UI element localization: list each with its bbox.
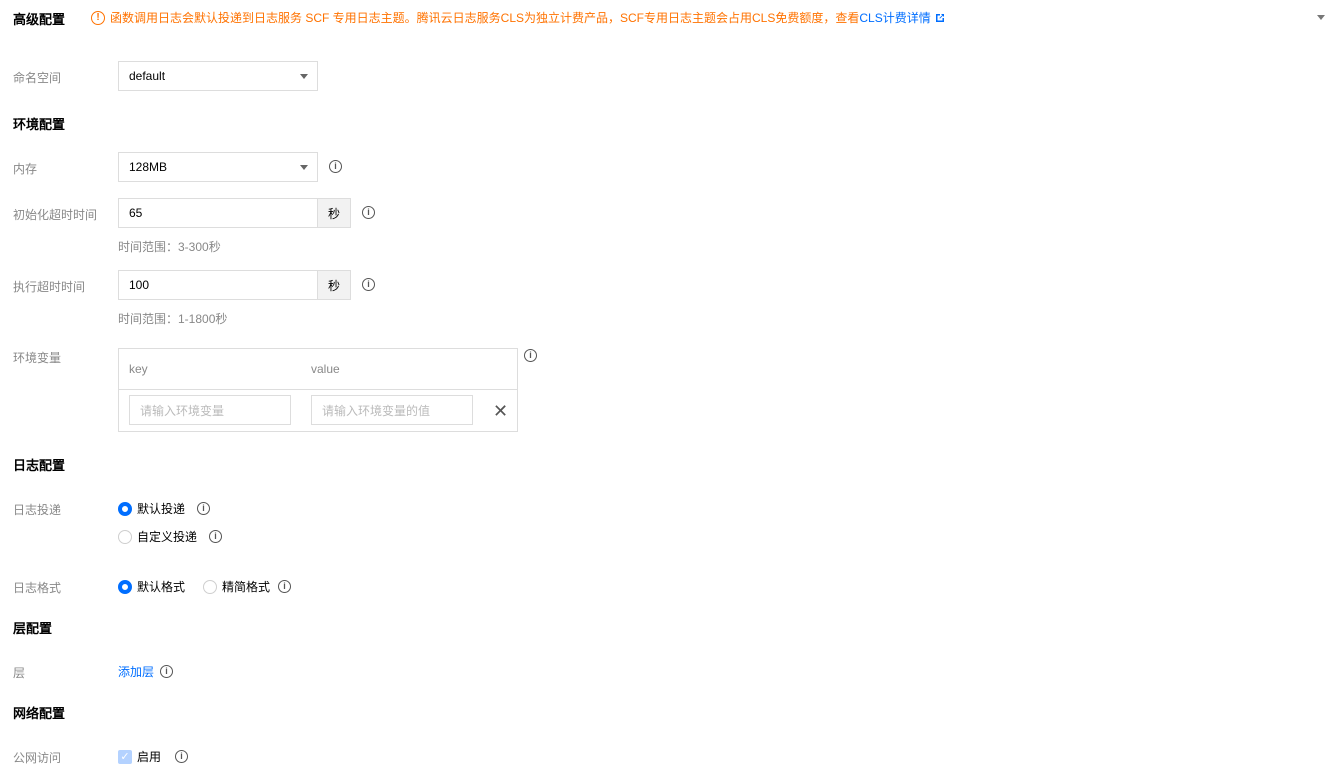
- exec-timeout-unit: 秒: [318, 270, 351, 300]
- init-timeout-group: 65 秒: [118, 198, 351, 228]
- init-timeout-label: 初始化超时时间: [13, 208, 98, 222]
- log-format-group: 默认格式 精简格式 i: [118, 578, 292, 595]
- default-delivery-info-icon[interactable]: i: [197, 502, 211, 515]
- memory-select[interactable]: 128MB: [118, 152, 318, 182]
- notice-bar: ! 函数调用日志会默认投递到日志服务 SCF 专用日志主题。腾讯云日志服务CLS…: [91, 9, 945, 26]
- section-title-network: 网络配置: [13, 706, 66, 721]
- close-icon[interactable]: ✕: [493, 402, 508, 420]
- radio-label: 默认投递: [137, 502, 186, 516]
- section-title-environment: 环境配置: [13, 117, 66, 132]
- env-vars-label: 环境变量: [13, 351, 62, 365]
- init-timeout-unit: 秒: [318, 198, 351, 228]
- env-key-input[interactable]: 请输入环境变量: [129, 395, 291, 425]
- memory-info-icon[interactable]: i: [329, 160, 342, 173]
- layer-info-icon[interactable]: i: [160, 665, 174, 678]
- radio-custom-delivery[interactable]: 自定义投递 i: [118, 528, 223, 545]
- custom-delivery-info-icon[interactable]: i: [209, 530, 223, 543]
- chevron-down-icon: [300, 165, 308, 170]
- namespace-value: default: [129, 69, 166, 83]
- env-col-value: value: [311, 362, 340, 376]
- chevron-down-icon: [300, 74, 308, 79]
- log-format-info-icon[interactable]: i: [278, 580, 292, 593]
- env-value-input[interactable]: 请输入环境变量的值: [311, 395, 473, 425]
- init-timeout-info-icon[interactable]: i: [362, 206, 375, 219]
- radio-compact-format[interactable]: [203, 579, 218, 594]
- external-link-icon[interactable]: [935, 12, 945, 26]
- log-delivery-label: 日志投递: [13, 503, 62, 517]
- public-access-label: 公网访问: [13, 751, 62, 765]
- notice-text: 函数调用日志会默认投递到日志服务 SCF 专用日志主题。腾讯云日志服务CLS为独…: [110, 9, 945, 26]
- init-timeout-input[interactable]: 65: [118, 198, 318, 228]
- section-title-layer: 层配置: [13, 621, 53, 636]
- radio-button[interactable]: [118, 529, 132, 544]
- radio-button[interactable]: [118, 501, 132, 516]
- env-col-key: key: [129, 362, 148, 376]
- memory-value: 128MB: [129, 160, 168, 174]
- radio-label: 自定义投递: [137, 530, 198, 544]
- exec-timeout-input[interactable]: 100: [118, 270, 318, 300]
- log-format-label: 日志格式: [13, 581, 62, 595]
- section-title-advanced: 高级配置: [13, 12, 66, 27]
- radio-label: 精简格式: [222, 580, 271, 594]
- init-timeout-hint: 时间范围：3-300秒: [118, 240, 221, 254]
- checkbox-label: 启用: [137, 750, 162, 764]
- add-layer-link[interactable]: 添加层: [118, 663, 154, 680]
- memory-label: 内存: [13, 162, 38, 176]
- namespace-select[interactable]: default: [118, 61, 318, 91]
- cls-billing-link[interactable]: CLS计费详情: [859, 11, 930, 25]
- public-access-row: ✓ 启用 i: [118, 748, 189, 765]
- section-title-log: 日志配置: [13, 458, 66, 473]
- namespace-label: 命名空间: [13, 71, 62, 85]
- layer-row: 添加层 i: [118, 663, 174, 680]
- public-access-info-icon[interactable]: i: [175, 750, 189, 763]
- exec-timeout-label: 执行超时时间: [13, 280, 86, 294]
- env-vars-header: key value: [119, 349, 517, 390]
- exec-timeout-group: 100 秒: [118, 270, 351, 300]
- warning-icon: !: [91, 10, 105, 25]
- exec-timeout-hint: 时间范围：1-1800秒: [118, 312, 228, 326]
- env-vars-info-icon[interactable]: i: [524, 349, 537, 362]
- radio-default-delivery[interactable]: 默认投递 i: [118, 500, 211, 517]
- radio-label: 默认格式: [137, 580, 186, 594]
- radio-default-format[interactable]: [118, 579, 132, 594]
- exec-timeout-info-icon[interactable]: i: [362, 278, 375, 291]
- layer-label: 层: [13, 666, 26, 680]
- collapse-caret-icon[interactable]: [1317, 15, 1325, 20]
- public-access-checkbox[interactable]: ✓: [118, 749, 132, 764]
- env-vars-table: key value 请输入环境变量 请输入环境变量的值 ✕: [118, 348, 518, 432]
